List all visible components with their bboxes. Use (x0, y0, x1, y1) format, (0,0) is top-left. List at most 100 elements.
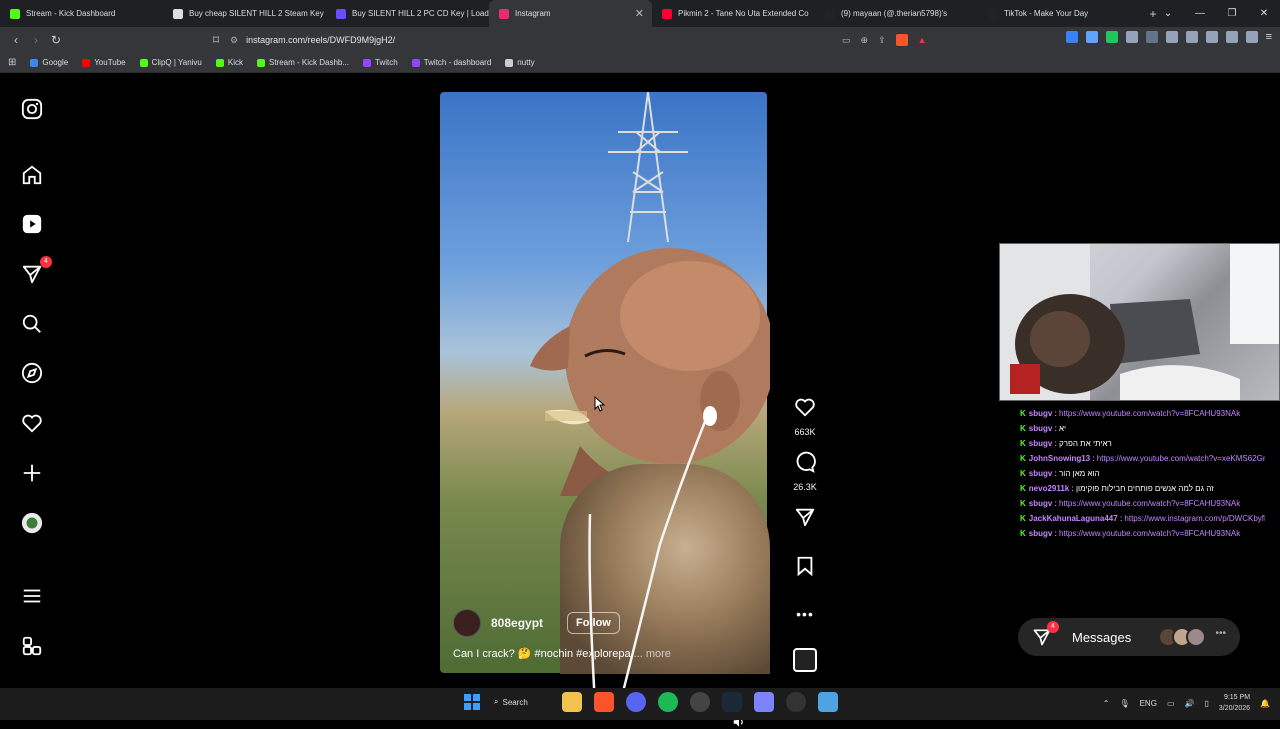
app-icon[interactable] (754, 692, 774, 712)
bookmark-item[interactable]: Google (30, 58, 68, 67)
wallet-icon[interactable] (1205, 31, 1218, 43)
brave-shield-icon[interactable] (895, 34, 908, 46)
media-icon[interactable] (1165, 31, 1178, 43)
notepad-icon[interactable] (818, 692, 838, 712)
chat-username[interactable]: JohnSnowing13 (1029, 454, 1090, 463)
chat-separator: : (1052, 499, 1060, 508)
messages-button[interactable]: 4 Messages ••• (1018, 618, 1240, 656)
microphone-icon[interactable]: 🎙 (1119, 699, 1129, 708)
menu-icon[interactable]: ≡ (1266, 31, 1272, 43)
bookmark-item[interactable]: Kick (215, 58, 243, 67)
more-icon[interactable] (20, 584, 44, 608)
notifications-icon[interactable] (20, 411, 44, 435)
close-tab-icon[interactable]: ✕ (635, 7, 644, 20)
extension-icon[interactable] (1065, 31, 1078, 43)
clock[interactable]: 9:15 PM 3/20/2026 (1219, 692, 1250, 714)
browser-tab[interactable]: Instagram ✕ (489, 0, 652, 27)
steam-icon[interactable] (722, 692, 742, 712)
language-indicator[interactable]: ENG (1140, 699, 1157, 708)
audio-thumbnail[interactable] (790, 648, 820, 677)
extension-icon[interactable] (1105, 31, 1118, 43)
comment-button[interactable]: 26.3K (790, 451, 820, 492)
discord-icon[interactable] (626, 692, 646, 712)
reels-icon[interactable] (20, 212, 44, 236)
like-button[interactable]: 663K (790, 396, 820, 437)
chat-username[interactable]: sbugv (1029, 529, 1053, 538)
obs-icon[interactable] (786, 692, 806, 712)
taskbar-search[interactable]: ⌕ Search (494, 697, 550, 707)
bookmark-item[interactable]: Stream - Kick Dashb... (257, 58, 349, 67)
file-explorer-icon[interactable] (562, 692, 582, 712)
also-from-meta-icon[interactable] (20, 634, 44, 658)
app-icon[interactable] (690, 692, 710, 712)
spotify-icon[interactable] (658, 692, 678, 712)
chat-link[interactable]: https://www.youtube.com/watch?v=8FCAHU93… (1059, 409, 1240, 418)
home-icon[interactable] (20, 163, 44, 187)
chat-link[interactable]: https://www.instagram.com/p/DWCKbyfD5u- (1124, 514, 1265, 523)
create-icon[interactable] (20, 461, 44, 485)
forward-icon[interactable]: › (26, 33, 46, 47)
browser-tab[interactable]: TikTok - Make Your Day (978, 0, 1141, 27)
network-icon[interactable]: ▭ (1167, 699, 1175, 708)
brave-rewards-icon[interactable]: ▲ (918, 35, 927, 45)
window-menu-icon[interactable]: ⌄ (1152, 0, 1184, 27)
chat-username[interactable]: sbugv (1029, 439, 1053, 448)
save-button[interactable] (790, 555, 820, 582)
more-options-icon[interactable]: ••• (790, 606, 820, 622)
volume-icon[interactable]: 🔊 (1185, 699, 1195, 708)
share-icon[interactable]: ⇪ (878, 35, 886, 46)
reload-icon[interactable]: ↻ (46, 33, 66, 47)
sidebar-toggle-icon[interactable] (1185, 31, 1198, 43)
chat-link[interactable]: https://www.youtube.com/watch?v=xeKMS62G… (1097, 454, 1265, 463)
battery-icon[interactable]: ▯ (1204, 699, 1208, 708)
chat-username[interactable]: sbugv (1029, 424, 1053, 433)
chat-link[interactable]: https://www.youtube.com/watch?v=8FCAHU93… (1059, 529, 1240, 538)
profile-icon[interactable] (20, 511, 44, 535)
puzzle-icon[interactable] (1145, 31, 1158, 43)
tray-overflow-icon[interactable]: ⌃ (1103, 699, 1110, 708)
leo-ai-icon[interactable] (1225, 31, 1238, 43)
close-window-icon[interactable]: ✕ (1248, 0, 1280, 27)
browser-tab[interactable]: Stream - Kick Dashboard (0, 0, 163, 27)
messages-icon[interactable]: 4 (20, 256, 52, 286)
bookmark-item[interactable]: Twitch (363, 58, 398, 67)
explore-icon[interactable] (20, 361, 44, 385)
zoom-icon[interactable]: ⊕ (861, 35, 869, 46)
follow-button[interactable]: Follow (567, 612, 620, 634)
cast-icon[interactable]: ▭ (842, 35, 851, 46)
apps-grid-icon[interactable]: ⊞ (8, 57, 16, 68)
bookmark-item[interactable]: YouTube (82, 58, 126, 67)
instagram-logo-icon[interactable] (20, 97, 44, 121)
caption-more-link[interactable]: ... more (634, 648, 671, 660)
chat-username[interactable]: sbugv (1029, 499, 1053, 508)
bookmark-item[interactable]: nutty (505, 58, 535, 67)
brave-browser-icon[interactable] (594, 692, 614, 712)
bookmark-item[interactable]: ClipQ | Yanivu (139, 58, 202, 67)
author-avatar[interactable] (453, 609, 481, 637)
notifications-bell-icon[interactable]: 🔔 (1260, 699, 1270, 708)
chat-link[interactable]: https://www.youtube.com/watch?v=8FCAHU93… (1059, 499, 1240, 508)
windows-start-icon[interactable] (462, 692, 482, 712)
chat-username[interactable]: JackKahunaLaguna447 (1029, 514, 1118, 523)
chat-username[interactable]: nevo2911k (1029, 484, 1069, 493)
browser-tab[interactable]: (9) mayaan (@.therian5798)'s (815, 0, 978, 27)
search-icon[interactable] (20, 312, 44, 336)
chat-username[interactable]: sbugv (1029, 409, 1053, 418)
back-icon[interactable]: ‹ (6, 33, 26, 47)
minimize-icon[interactable]: — (1184, 0, 1216, 27)
browser-tab[interactable]: Buy SILENT HILL 2 PC CD Key | Load (326, 0, 489, 27)
bookmark-page-icon[interactable]: ⌑ (206, 33, 226, 47)
browser-tab[interactable]: Buy cheap SILENT HILL 2 Steam Key - (163, 0, 326, 27)
extension-icon[interactable] (1085, 31, 1098, 43)
browser-tab[interactable]: Pikmin 2 - Tane No Uta Extended Co (652, 0, 815, 27)
share-button[interactable] (790, 506, 820, 533)
bookmark-label: Twitch - dashboard (423, 58, 492, 67)
vpn-icon[interactable] (1245, 31, 1258, 43)
restore-icon[interactable]: ❐ (1216, 0, 1248, 27)
chat-username[interactable]: sbugv (1029, 469, 1053, 478)
author-username[interactable]: 808egypt (491, 616, 543, 630)
extension-icon[interactable] (1125, 31, 1138, 43)
bookmark-item[interactable]: Twitch - dashboard (411, 58, 492, 67)
address-bar[interactable]: ⚙ instagram.com/reels/DWFD9M9jgH2/ ▭ ⊕ ⇪… (230, 29, 950, 51)
site-info-icon[interactable]: ⚙ (230, 35, 238, 46)
